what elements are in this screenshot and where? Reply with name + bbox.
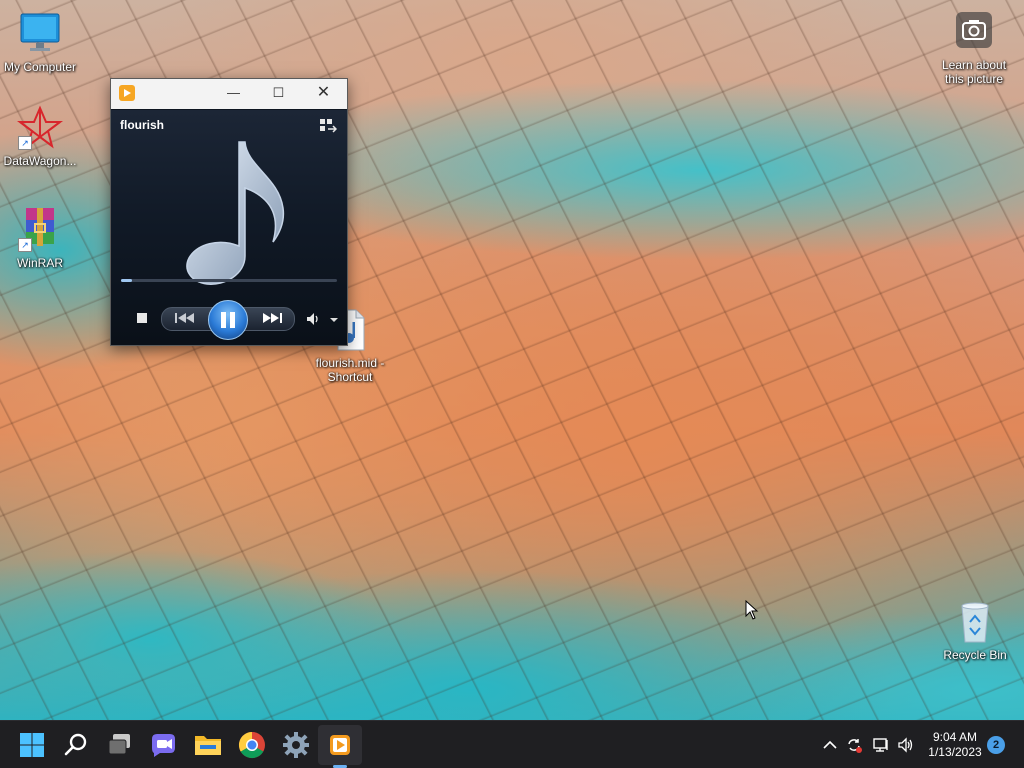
track-title: flourish — [120, 118, 164, 132]
desktop-icon-label: DataWagon... — [3, 154, 77, 168]
task-view-icon — [108, 734, 130, 755]
clock-date: 1/13/2023 — [928, 745, 982, 759]
seek-bar[interactable] — [121, 279, 337, 282]
gear-icon — [283, 732, 309, 758]
desktop-icon-datawagon[interactable]: ↗ DataWagon... — [0, 104, 80, 168]
shortcut-arrow-icon: ↗ — [18, 136, 32, 150]
start-button[interactable] — [16, 729, 48, 761]
media-player-window[interactable]: — ☐ ✕ flourish — [110, 78, 348, 346]
sync-alert-icon[interactable] — [845, 736, 863, 754]
winrar-icon: ↗ — [16, 206, 64, 254]
chrome-button[interactable] — [236, 729, 268, 761]
minimize-button[interactable]: — — [211, 79, 256, 109]
next-button[interactable] — [257, 310, 287, 326]
speaker-icon[interactable] — [897, 736, 915, 754]
playback-controls — [111, 300, 347, 340]
chrome-icon — [238, 731, 265, 759]
desktop-icon-learn-picture[interactable]: Learn about this picture — [934, 10, 1014, 86]
chat-button[interactable] — [148, 729, 180, 761]
switch-to-library-icon[interactable] — [319, 118, 337, 134]
datawagon-icon: ↗ — [16, 104, 64, 152]
close-button[interactable]: ✕ — [301, 79, 346, 109]
desktop-icon-winrar[interactable]: ↗ WinRAR — [0, 206, 80, 270]
media-player-taskbar-button[interactable] — [324, 729, 356, 761]
desktop-icon-label: flourish.mid - Shortcut — [315, 356, 385, 384]
maximize-button[interactable]: ☐ — [256, 79, 301, 109]
desktop-icon-my-computer[interactable]: My Computer — [0, 10, 80, 74]
notification-badge[interactable]: 2 — [987, 736, 1005, 754]
recycle-bin-icon — [951, 598, 999, 646]
mouse-cursor-icon — [745, 600, 759, 620]
shortcut-arrow-icon: ↗ — [18, 238, 32, 252]
music-note-icon — [186, 141, 285, 285]
desktop-icon-label: Learn about this picture — [941, 58, 1007, 86]
desktop-icon-label: Recycle Bin — [943, 648, 1007, 662]
taskbar: 9:04 AM 1/13/2023 2 — [0, 720, 1024, 768]
clock-time: 9:04 AM — [932, 730, 978, 744]
system-clock[interactable]: 9:04 AM 1/13/2023 — [918, 730, 992, 760]
chat-icon — [152, 734, 175, 757]
player-titlebar[interactable]: — ☐ ✕ — [111, 79, 347, 109]
chevron-up-icon[interactable] — [821, 736, 839, 754]
network-icon[interactable] — [872, 736, 890, 754]
settings-button[interactable] — [280, 729, 312, 761]
stop-button[interactable] — [137, 313, 147, 323]
media-player-app-icon — [119, 85, 135, 101]
desktop-icon-recycle-bin[interactable]: Recycle Bin — [934, 598, 1016, 662]
player-stage: flourish — [111, 110, 347, 345]
previous-button[interactable] — [171, 310, 201, 326]
search-icon — [64, 733, 87, 756]
pause-button[interactable] — [208, 300, 248, 340]
windows-start-icon — [20, 733, 44, 757]
desktop-icon-label: WinRAR — [16, 256, 63, 270]
volume-dropdown-icon[interactable] — [330, 318, 338, 322]
seek-bar-progress — [121, 279, 132, 282]
volume-icon[interactable] — [305, 311, 321, 327]
camera-icon — [954, 10, 994, 50]
folder-icon — [195, 736, 221, 755]
file-explorer-button[interactable] — [192, 729, 224, 761]
search-button[interactable] — [60, 729, 92, 761]
media-player-icon — [330, 735, 350, 755]
monitor-icon — [16, 10, 64, 58]
task-view-button[interactable] — [104, 729, 136, 761]
desktop-icon-label: My Computer — [3, 60, 77, 74]
